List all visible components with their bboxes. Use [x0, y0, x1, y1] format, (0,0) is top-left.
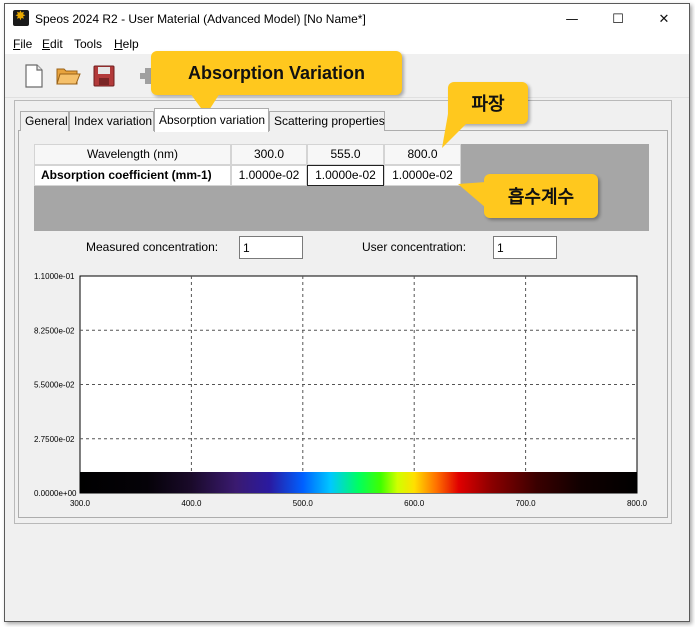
callout-absorption-coefficient: 흡수계수 [484, 174, 598, 218]
y-tick-label: 1.1000e-01 [34, 272, 75, 281]
new-file-icon[interactable] [21, 63, 47, 89]
y-tick-label: 2.7500e-02 [34, 435, 75, 444]
y-tick-label: 5.5000e-02 [34, 381, 75, 390]
maximize-button[interactable]: ☐ [595, 4, 641, 34]
x-tick-label: 400.0 [181, 499, 202, 508]
wavelength-cell[interactable]: 300.0 [231, 144, 307, 165]
wavelength-row-header: Wavelength (nm) [34, 144, 231, 165]
window-title: Speos 2024 R2 - User Material (Advanced … [35, 12, 366, 26]
minimize-button[interactable]: — [549, 4, 595, 34]
y-tick-label: 0.0000e+00 [34, 489, 77, 498]
menu-help[interactable]: Help [114, 37, 139, 51]
menu-edit[interactable]: Edit [42, 37, 63, 51]
tab-general[interactable]: General [20, 111, 69, 131]
save-icon[interactable] [91, 63, 117, 89]
spectrum-color-band [80, 472, 637, 493]
callout-pointer [442, 114, 476, 148]
wavelength-cell[interactable]: 555.0 [307, 144, 384, 165]
x-tick-label: 800.0 [627, 499, 648, 508]
tab-index-variation[interactable]: Index variation [69, 111, 154, 131]
user-concentration-label: User concentration: [362, 240, 467, 254]
measured-concentration-input[interactable] [239, 236, 303, 259]
tab-absorption-variation[interactable]: Absorption variation [154, 108, 269, 132]
absorption-coefficient-cell[interactable]: 1.0000e-02 [231, 165, 307, 186]
menu-file[interactable]: File [13, 37, 32, 51]
x-tick-label: 500.0 [293, 499, 314, 508]
menu-tools[interactable]: Tools [74, 37, 102, 51]
x-tick-label: 700.0 [516, 499, 537, 508]
absorption-coefficient-cell[interactable]: 1.0000e-02 [384, 165, 461, 186]
x-tick-label: 600.0 [404, 499, 425, 508]
title-bar: ✸ Speos 2024 R2 - User Material (Advance… [5, 4, 689, 34]
open-folder-icon[interactable] [55, 63, 81, 89]
speos-app-icon: ✸ [13, 10, 29, 26]
absorption-coefficient-cell-selected[interactable]: 1.0000e-02 [307, 165, 384, 186]
callout-absorption-variation: Absorption Variation [151, 51, 402, 95]
close-button[interactable]: ✕ [641, 4, 687, 34]
user-concentration-input[interactable] [493, 236, 557, 259]
callout-pointer [458, 182, 486, 208]
absorption-row-header: Absorption coefficient (mm-1) [34, 165, 231, 186]
tab-scattering-properties[interactable]: Scattering properties [269, 111, 385, 131]
measured-concentration-label: Measured concentration: [86, 240, 219, 254]
y-tick-label: 8.2500e-02 [34, 326, 75, 335]
absorption-chart: 300.0 400.0 500.0 600.0 700.0 800.0 0.0000e+0… [34, 272, 648, 508]
x-tick-label: 300.0 [70, 499, 91, 508]
